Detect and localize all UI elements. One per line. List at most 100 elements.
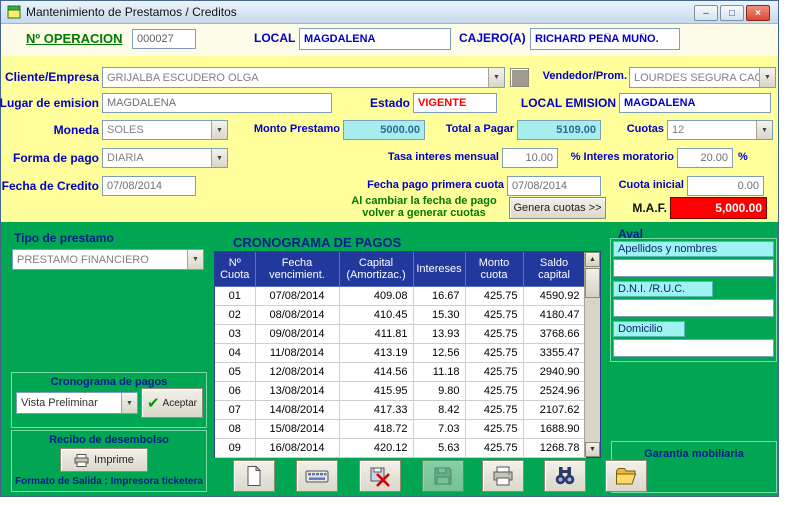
maximize-button[interactable]: □ — [720, 5, 744, 21]
domicilio-label: Domicilio — [613, 321, 685, 337]
edit-button[interactable] — [296, 460, 338, 492]
moratorio-percent-suffix: % — [738, 151, 748, 163]
check-icon: ✔ — [147, 394, 160, 412]
apellidos-input[interactable] — [613, 259, 774, 277]
delete-button[interactable] — [359, 460, 401, 492]
title-bar[interactable]: Mantenimiento de Prestamos / Creditos – … — [1, 1, 778, 24]
maf-field[interactable] — [670, 197, 767, 219]
table-cell: 14/08/2014 — [255, 400, 339, 419]
tasa-interes-field[interactable] — [502, 148, 558, 168]
forma-pago-combobox[interactable]: DIARIA ▼ — [102, 148, 228, 168]
chevron-down-icon[interactable]: ▼ — [187, 250, 203, 269]
interes-moratorio-field[interactable] — [677, 148, 733, 168]
fecha-credito-input[interactable] — [102, 176, 196, 196]
dni-input[interactable] — [613, 299, 774, 317]
col-header-intereses[interactable]: Intereses — [413, 252, 465, 286]
close-button[interactable]: × — [746, 5, 770, 21]
local-input[interactable] — [299, 28, 451, 50]
col-header-fecha[interactable]: Fechavencimient. — [255, 252, 339, 286]
table-row[interactable]: 0714/08/2014417.338.42425.752107.62 — [215, 400, 585, 419]
local-emision-input[interactable] — [619, 93, 771, 113]
table-row[interactable]: 0916/08/2014420.125.63425.751268.78 — [215, 438, 585, 457]
table-cell: 16.67 — [413, 286, 465, 305]
aceptar-label: Aceptar — [163, 398, 197, 409]
total-pagar-label: Total a Pagar — [446, 123, 514, 135]
imprime-button[interactable]: Imprime — [60, 448, 148, 472]
table-cell: 2940.90 — [523, 362, 585, 381]
cliente-lookup-button[interactable] — [510, 68, 529, 87]
tasa-interes-label: Tasa interes mensual — [388, 151, 499, 163]
table-cell: 13/08/2014 — [255, 381, 339, 400]
fecha-pago-input[interactable] — [507, 176, 601, 196]
operacion-label: Nº OPERACION — [26, 31, 122, 46]
estado-label: Estado — [370, 96, 410, 110]
chevron-down-icon[interactable]: ▼ — [488, 68, 504, 87]
cuotas-combobox[interactable]: 12 ▼ — [667, 120, 773, 140]
search-button[interactable] — [544, 460, 586, 492]
forma-pago-label: Forma de pago — [13, 151, 99, 165]
genera-cuotas-button[interactable]: Genera cuotas >> — [509, 197, 606, 219]
chevron-down-icon[interactable]: ▼ — [759, 68, 775, 87]
vendedor-value: LOURDES SEGURA CAC — [630, 72, 759, 84]
save-button[interactable] — [422, 460, 464, 492]
scroll-down-icon[interactable]: ▼ — [585, 442, 600, 457]
table-row[interactable]: 0208/08/2014410.4515.30425.754180.47 — [215, 305, 585, 324]
monto-prestamo-field[interactable] — [343, 120, 425, 140]
dni-label: D.N.I. /R.U.C. — [613, 281, 713, 297]
col-header-capital[interactable]: Capital(Amortizac.) — [339, 252, 413, 286]
domicilio-input[interactable] — [613, 339, 774, 357]
table-cell: 410.45 — [339, 305, 413, 324]
vendedor-combobox[interactable]: LOURDES SEGURA CAC ▼ — [629, 67, 776, 88]
cajero-input[interactable] — [530, 28, 680, 50]
scroll-up-icon[interactable]: ▲ — [585, 252, 600, 267]
imprime-label: Imprime — [94, 454, 134, 466]
table-row[interactable]: 0309/08/2014411.8113.93425.753768.66 — [215, 324, 585, 343]
table-row[interactable]: 0815/08/2014418.727.03425.751688.90 — [215, 419, 585, 438]
minimize-button[interactable]: – — [694, 5, 718, 21]
interes-moratorio-label: % Interes moratorio — [571, 151, 674, 163]
col-header-monto[interactable]: Montocuota — [465, 252, 523, 286]
cuotas-value: 12 — [668, 124, 756, 136]
formato-salida-caption: Formato de Salida : Impresora ticketera — [13, 476, 205, 487]
col-header-cuota[interactable]: NºCuota — [215, 252, 255, 286]
table-cell: 418.72 — [339, 419, 413, 438]
operacion-input[interactable] — [132, 29, 196, 49]
table-cell: 9.80 — [413, 381, 465, 400]
moneda-combobox[interactable]: SOLES ▼ — [102, 120, 228, 140]
table-cell: 5.63 — [413, 438, 465, 457]
cuota-inicial-label: Cuota inicial — [619, 179, 684, 191]
table-cell: 07 — [215, 400, 255, 419]
table-cell: 3768.66 — [523, 324, 585, 343]
table-cell: 411.81 — [339, 324, 413, 343]
table-cell: 8.42 — [413, 400, 465, 419]
open-folder-icon — [615, 467, 637, 486]
exit-button[interactable] — [605, 460, 647, 492]
print-button[interactable] — [482, 460, 524, 492]
table-cell: 16/08/2014 — [255, 438, 339, 457]
chevron-down-icon[interactable]: ▼ — [211, 121, 227, 139]
total-pagar-field[interactable] — [517, 120, 601, 140]
cuota-inicial-input[interactable] — [687, 176, 764, 196]
table-row[interactable]: 0107/08/2014409.0816.67425.754590.92 — [215, 286, 585, 305]
table-row[interactable]: 0411/08/2014413.1912.56425.753355.47 — [215, 343, 585, 362]
tipo-prestamo-label: Tipo de prestamo — [14, 231, 114, 245]
col-header-saldo[interactable]: Saldocapital — [523, 252, 585, 286]
chevron-down-icon[interactable]: ▼ — [121, 393, 137, 413]
cliente-combobox[interactable]: GRIJALBA ESCUDERO OLGA ▼ — [102, 67, 505, 88]
chevron-down-icon[interactable]: ▼ — [756, 121, 772, 139]
tipo-prestamo-combobox[interactable]: PRESTAMO FINANCIERO ▼ — [12, 249, 204, 270]
grid-scrollbar[interactable]: ▲ ▼ — [584, 252, 600, 457]
table-row[interactable]: 0512/08/2014414.5611.18425.752940.90 — [215, 362, 585, 381]
vista-preliminar-combobox[interactable]: Vista Preliminar ▼ — [16, 392, 138, 414]
new-button[interactable] — [233, 460, 275, 492]
estado-input[interactable] — [413, 93, 497, 113]
table-cell: 4180.47 — [523, 305, 585, 324]
lugar-input[interactable] — [102, 93, 332, 113]
table-row[interactable]: 0613/08/2014415.959.80425.752524.96 — [215, 381, 585, 400]
table-cell: 425.75 — [465, 381, 523, 400]
chevron-down-icon[interactable]: ▼ — [211, 149, 227, 167]
table-cell: 08/08/2014 — [255, 305, 339, 324]
aceptar-button[interactable]: ✔ Aceptar — [141, 388, 203, 418]
scrollbar-thumb[interactable] — [585, 268, 600, 298]
table-cell: 15.30 — [413, 305, 465, 324]
